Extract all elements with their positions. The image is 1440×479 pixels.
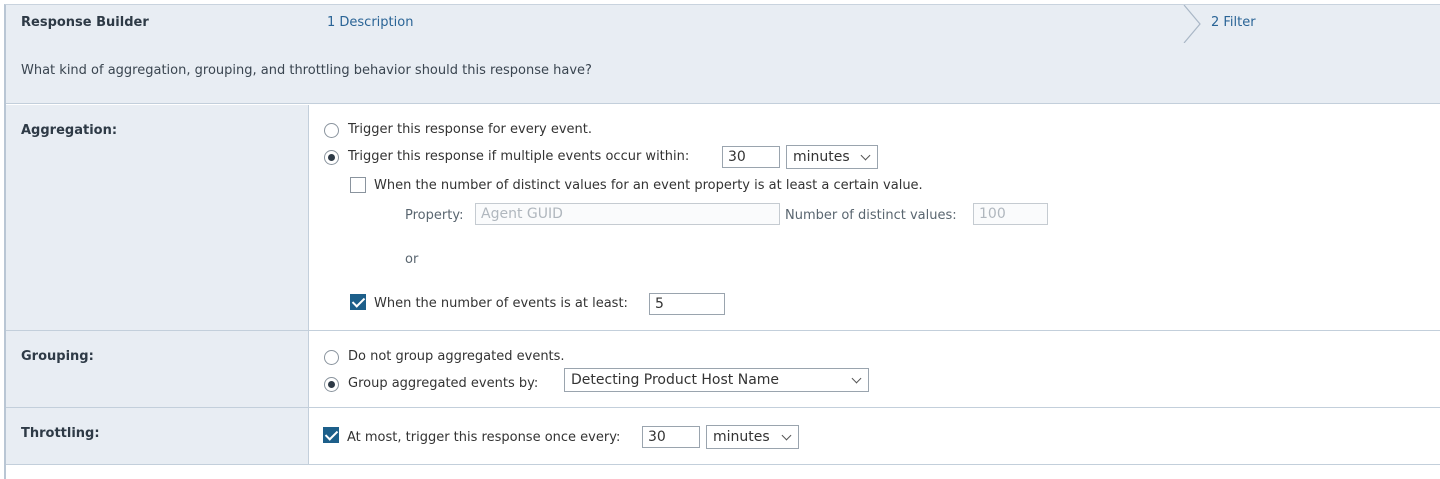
radio-every-event[interactable] [324, 123, 339, 138]
group-by-value: Detecting Product Host Name [571, 372, 780, 388]
distinct-values-input[interactable]: 100 [973, 203, 1048, 225]
chevron-down-icon [860, 150, 871, 161]
distinct-values-label: When the number of distinct values for a… [374, 178, 923, 193]
step-description-link[interactable]: 1 Description [327, 15, 413, 30]
row-divider [6, 464, 1440, 465]
or-label: or [405, 252, 419, 267]
page-question: What kind of aggregation, grouping, and … [21, 63, 592, 78]
within-unit-value: minutes [793, 149, 850, 165]
property-input[interactable]: Agent GUID [475, 203, 780, 225]
throttling-interval-input[interactable]: 30 [642, 426, 700, 448]
event-count-input[interactable]: 5 [649, 293, 725, 315]
radio-no-grouping[interactable] [324, 350, 339, 365]
within-unit-select[interactable]: minutes [786, 145, 878, 169]
property-label: Property: [405, 208, 464, 223]
throttling-content: At most, trigger this response once ever… [309, 408, 1440, 464]
event-count-checkbox[interactable] [350, 294, 366, 310]
event-count-label: When the number of events is at least: [374, 296, 628, 311]
wizard-header: Response Builder 1 Description 2 Filter … [6, 5, 1440, 104]
throttling-checkbox[interactable] [323, 427, 339, 443]
radio-group-by[interactable] [324, 377, 339, 392]
throttling-label-cell: Throttling: [6, 408, 309, 464]
throttling-unit-value: minutes [713, 429, 770, 445]
grouping-label-cell: Grouping: [6, 331, 309, 407]
distinct-values-checkbox[interactable] [350, 177, 366, 193]
app-title: Response Builder [21, 15, 149, 30]
grouping-content: Do not group aggregated events. Group ag… [309, 331, 1440, 407]
grouping-label: Grouping: [21, 349, 94, 364]
chevron-down-icon [781, 430, 792, 441]
aggregation-content: Trigger this response for every event. T… [309, 105, 1440, 330]
chevron-down-icon [851, 373, 862, 384]
no-grouping-label: Do not group aggregated events. [348, 349, 565, 364]
step-chevron-icon [1183, 5, 1201, 43]
group-by-select[interactable]: Detecting Product Host Name [564, 368, 869, 392]
within-input[interactable]: 30 [722, 146, 780, 168]
distinct-values-count-label: Number of distinct values: [785, 208, 957, 223]
step-filter-link[interactable]: 2 Filter [1211, 15, 1256, 30]
aggregation-label: Aggregation: [21, 123, 118, 138]
aggregation-label-cell: Aggregation: [6, 105, 309, 330]
radio-multiple-events[interactable] [324, 150, 339, 165]
multiple-events-label: Trigger this response if multiple events… [348, 149, 690, 164]
throttling-label: Throttling: [21, 426, 100, 441]
throttling-unit-select[interactable]: minutes [706, 425, 799, 449]
throttling-checkbox-label: At most, trigger this response once ever… [347, 430, 621, 445]
every-event-label: Trigger this response for every event. [348, 122, 593, 137]
group-by-label: Group aggregated events by: [348, 376, 539, 391]
